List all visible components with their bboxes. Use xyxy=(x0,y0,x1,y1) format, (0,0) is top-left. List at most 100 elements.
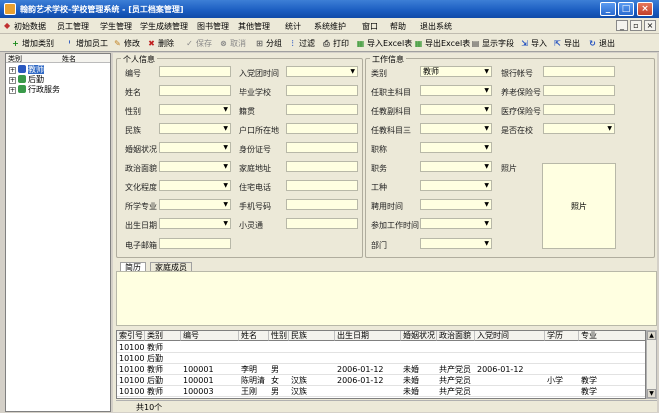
add-category-button[interactable]: + 增加类别 xyxy=(10,37,54,50)
export-button[interactable]: ⇱ 导出 xyxy=(552,37,580,50)
export-excel-button[interactable]: ▦ 导出Excel表 xyxy=(413,37,470,50)
grid-cell-education[interactable] xyxy=(545,387,579,397)
delete-button[interactable]: ✖ 删除 xyxy=(146,37,174,50)
grid-cell-index[interactable]: 1010004 xyxy=(117,376,145,386)
column-header-party-date[interactable]: 入党时间 xyxy=(475,331,545,341)
grid-cell-political[interactable] xyxy=(437,343,475,353)
graduate-school-field[interactable] xyxy=(286,85,358,96)
grid-cell-category[interactable]: 后勤 xyxy=(145,354,181,364)
tree-node-teacher[interactable]: + 教师 xyxy=(9,65,44,75)
grid-cell-education[interactable]: 小学 xyxy=(545,376,579,386)
grid-cell-education[interactable] xyxy=(545,343,579,353)
main-subject-select[interactable]: ▼ xyxy=(420,85,492,96)
phs-field[interactable] xyxy=(286,218,358,229)
menu-exit[interactable]: 退出系统 xyxy=(420,21,452,32)
title-select[interactable]: ▼ xyxy=(420,142,492,153)
mdi-close-button[interactable]: × xyxy=(644,20,656,31)
home-address-field[interactable] xyxy=(286,161,358,172)
resume-memo[interactable] xyxy=(116,271,657,326)
filter-button[interactable]: ⫶ 过滤 xyxy=(287,37,316,50)
grid-cell-political[interactable]: 共产党员 xyxy=(437,365,475,375)
education-select[interactable]: ▼ xyxy=(159,180,231,191)
gender-select[interactable]: ▼ xyxy=(159,104,231,115)
import-excel-button[interactable]: ▦ 导入Excel表 xyxy=(355,37,412,50)
birthdate-select[interactable]: ▼ xyxy=(159,218,231,229)
department-select[interactable]: ▼ xyxy=(420,238,492,249)
edit-button[interactable]: ✎ 修改 xyxy=(112,37,140,50)
grid-cell-category[interactable]: 教师 xyxy=(145,343,181,353)
grid-cell-marital[interactable]: 未婚 xyxy=(401,365,437,375)
on-campus-select[interactable]: ▼ xyxy=(543,123,615,134)
grid-cell-category[interactable]: 教师 xyxy=(145,365,181,375)
grid-vertical-scrollbar[interactable]: ▲ ▼ xyxy=(646,330,657,399)
grid-cell-birthdate[interactable] xyxy=(335,354,401,364)
grid-cell-party-date[interactable] xyxy=(475,387,545,397)
minimize-button[interactable]: _ xyxy=(600,2,616,16)
grid-cell-major[interactable]: 教学 xyxy=(579,387,645,397)
menu-init-data[interactable]: 初始数据 xyxy=(14,21,46,32)
grid-cell-gender[interactable] xyxy=(269,343,289,353)
hukou-field[interactable] xyxy=(286,123,358,134)
grid-cell-education[interactable] xyxy=(545,354,579,364)
grid-cell-category[interactable]: 后勤 xyxy=(145,376,181,386)
exit-button[interactable]: ↻ 退出 xyxy=(587,37,615,50)
menu-other[interactable]: 其他管理 xyxy=(238,21,270,32)
staff-grid[interactable]: 索引号类别编号姓名性别民族出生日期婚姻状况政治面貌入党时间学历专业 1010001… xyxy=(116,330,646,399)
grid-cell-marital[interactable]: 未婚 xyxy=(401,376,437,386)
grid-cell-ethnicity[interactable]: 汉族 xyxy=(289,387,335,397)
column-header-major[interactable]: 专业 xyxy=(579,331,645,341)
tree-node-logistics[interactable]: + 后勤 xyxy=(9,75,44,85)
grid-cell-party-date[interactable] xyxy=(475,376,545,386)
scroll-down-icon[interactable]: ▼ xyxy=(647,389,656,398)
column-header-name[interactable]: 姓名 xyxy=(239,331,269,341)
close-button[interactable]: × xyxy=(637,2,653,16)
grid-cell-major[interactable] xyxy=(579,343,645,353)
import-button[interactable]: ⇲ 导入 xyxy=(519,37,547,50)
menu-sys[interactable]: 系统维护 xyxy=(314,21,346,32)
category-select[interactable]: 教师 ▼ xyxy=(420,66,492,77)
menu-library[interactable]: 图书管理 xyxy=(197,21,229,32)
expand-icon[interactable]: + xyxy=(9,87,16,94)
grid-cell-party-date[interactable]: 2006-01-12 xyxy=(475,365,545,375)
grid-cell-name[interactable]: 陈明清 xyxy=(239,376,269,386)
grid-cell-gender[interactable] xyxy=(269,354,289,364)
grid-cell-id[interactable]: 100001 xyxy=(181,365,239,375)
grid-cell-political[interactable]: 共产党员 xyxy=(437,387,475,397)
email-field[interactable] xyxy=(159,238,231,249)
job-type-select[interactable]: ▼ xyxy=(420,180,492,191)
print-button[interactable]: ⎙ 打印 xyxy=(321,37,349,50)
mobile-field[interactable] xyxy=(286,199,358,210)
grid-cell-name[interactable]: 王刚 xyxy=(239,387,269,397)
menu-help[interactable]: 帮助 xyxy=(390,21,406,32)
grid-cell-birthdate[interactable] xyxy=(335,387,401,397)
column-header-birthdate[interactable]: 出生日期 xyxy=(335,331,401,341)
add-staff-button[interactable]: ⁱ 增加员工 xyxy=(64,37,108,50)
grid-cell-name[interactable] xyxy=(239,343,269,353)
grid-cell-education[interactable] xyxy=(545,365,579,375)
grid-cell-gender[interactable]: 女 xyxy=(269,376,289,386)
position-select[interactable]: ▼ xyxy=(420,161,492,172)
column-header-index[interactable]: 索引号 xyxy=(117,331,145,341)
cancel-button[interactable]: ⊗ 取消 xyxy=(218,37,246,50)
grid-cell-ethnicity[interactable] xyxy=(289,343,335,353)
id-card-field[interactable] xyxy=(286,142,358,153)
grid-cell-marital[interactable]: 未婚 xyxy=(401,387,437,397)
grid-cell-index[interactable]: 1010005 xyxy=(117,387,145,397)
grid-cell-political[interactable] xyxy=(437,354,475,364)
grid-cell-category[interactable]: 教师 xyxy=(145,387,181,397)
grid-cell-id[interactable]: 100003 xyxy=(181,387,239,397)
column-header-education[interactable]: 学历 xyxy=(545,331,579,341)
party-date-select[interactable]: ▼ xyxy=(286,66,358,77)
grid-cell-party-date[interactable] xyxy=(475,343,545,353)
mdi-restore-button[interactable]: ▫ xyxy=(630,20,642,31)
menu-stats[interactable]: 统计 xyxy=(285,21,301,32)
second-subject-select[interactable]: ▼ xyxy=(420,104,492,115)
home-phone-field[interactable] xyxy=(286,180,358,191)
menu-grades[interactable]: 学生成绩管理 xyxy=(140,21,188,32)
column-header-marital[interactable]: 婚姻状况 xyxy=(401,331,437,341)
political-select[interactable]: ▼ xyxy=(159,161,231,172)
work-start-select[interactable]: ▼ xyxy=(420,218,492,229)
expand-icon[interactable]: + xyxy=(9,77,16,84)
grid-cell-party-date[interactable] xyxy=(475,354,545,364)
column-header-category[interactable]: 类别 xyxy=(145,331,181,341)
